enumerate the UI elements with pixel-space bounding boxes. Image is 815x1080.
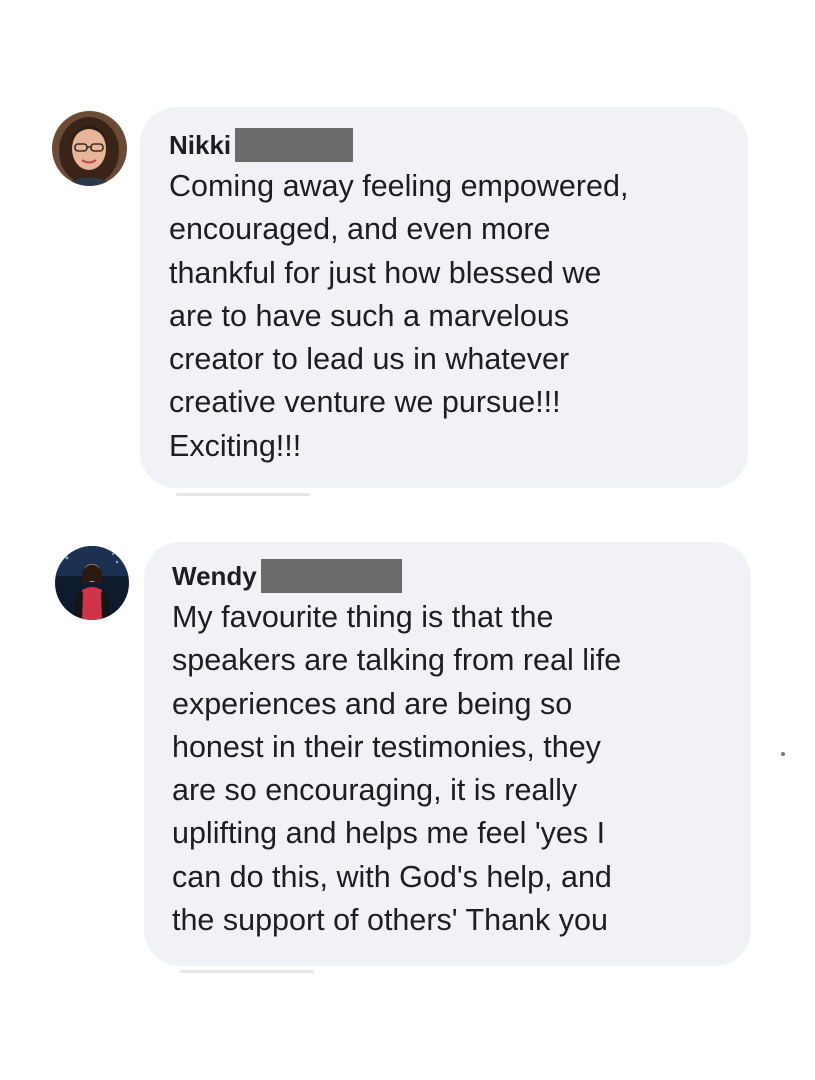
- comment-text: My favourite thing is that the speakers …: [172, 600, 622, 938]
- options-dot: [781, 752, 785, 756]
- reply-link-remnant: [176, 493, 310, 496]
- redacted-surname: [260, 559, 402, 593]
- profile-photo-icon: [55, 546, 129, 620]
- avatar-nikki[interactable]: [52, 111, 127, 186]
- comment-text: Coming away feeling empowered, encourage…: [169, 169, 629, 463]
- comment-author-row: Wendy: [172, 559, 731, 593]
- avatar-wendy[interactable]: [55, 546, 129, 620]
- redacted-surname: [235, 128, 354, 162]
- author-name[interactable]: Wendy: [172, 559, 257, 593]
- comment-bubble: Nikki Coming away feeling empowered, enc…: [140, 107, 748, 488]
- comment-bubble: Wendy My favourite thing is that the spe…: [144, 542, 751, 966]
- author-name[interactable]: Nikki: [169, 128, 231, 162]
- reply-link-remnant: [180, 970, 314, 973]
- comment-author-row: Nikki: [169, 128, 728, 162]
- profile-photo-icon: [52, 111, 127, 186]
